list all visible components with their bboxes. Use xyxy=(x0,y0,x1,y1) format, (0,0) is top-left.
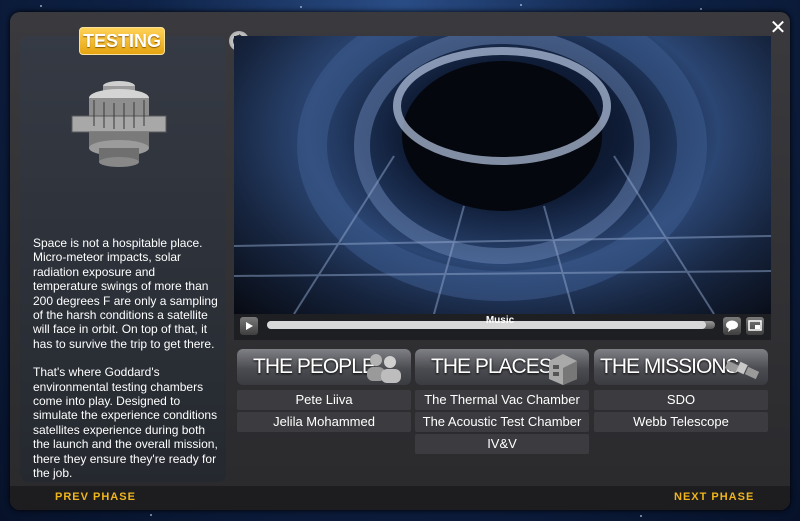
play-button[interactable] xyxy=(240,317,258,335)
prev-phase-button[interactable]: PREV PHASE xyxy=(55,490,136,504)
tab-the-missions[interactable]: THE MISSIONS xyxy=(594,349,768,385)
speech-bubble-icon xyxy=(726,320,738,332)
list-item[interactable]: Jelila Mohammed xyxy=(237,412,411,432)
satellite-icon xyxy=(724,360,760,380)
close-icon[interactable]: ✕ xyxy=(768,17,788,37)
category-title: THE MISSIONS xyxy=(600,355,740,378)
list-item[interactable]: SDO xyxy=(594,390,768,410)
category-title: THE PLACES xyxy=(431,355,553,378)
video-player[interactable] xyxy=(234,36,771,314)
list-item[interactable]: Pete Liiva xyxy=(237,390,411,410)
fullscreen-icon xyxy=(748,320,762,331)
fullscreen-button[interactable] xyxy=(746,317,764,335)
phase-badge: TESTING xyxy=(79,27,165,55)
track-label: Music xyxy=(485,315,515,326)
captions-button[interactable] xyxy=(723,317,741,335)
description-paragraph: Space is not a hospitable place. Micro-m… xyxy=(33,236,218,351)
chamber-video-frame xyxy=(234,36,771,314)
building-icon xyxy=(549,354,577,385)
list-item[interactable]: The Acoustic Test Chamber xyxy=(415,412,589,432)
tab-the-people[interactable]: THE PEOPLE xyxy=(237,349,411,385)
next-phase-button[interactable]: NEXT PHASE xyxy=(674,490,754,504)
list-item[interactable]: Webb Telescope xyxy=(594,412,768,432)
description-paragraph: That's where Goddard's environmental tes… xyxy=(33,365,218,481)
people-icon xyxy=(367,354,401,383)
description-text: Space is not a hospitable place. Micro-m… xyxy=(33,236,219,495)
tab-the-places[interactable]: THE PLACES xyxy=(415,349,589,385)
list-item[interactable]: The Thermal Vac Chamber xyxy=(415,390,589,410)
satellite-model-image xyxy=(71,81,167,167)
list-item[interactable]: IV&V xyxy=(415,434,589,454)
category-title: THE PEOPLE xyxy=(253,355,376,378)
